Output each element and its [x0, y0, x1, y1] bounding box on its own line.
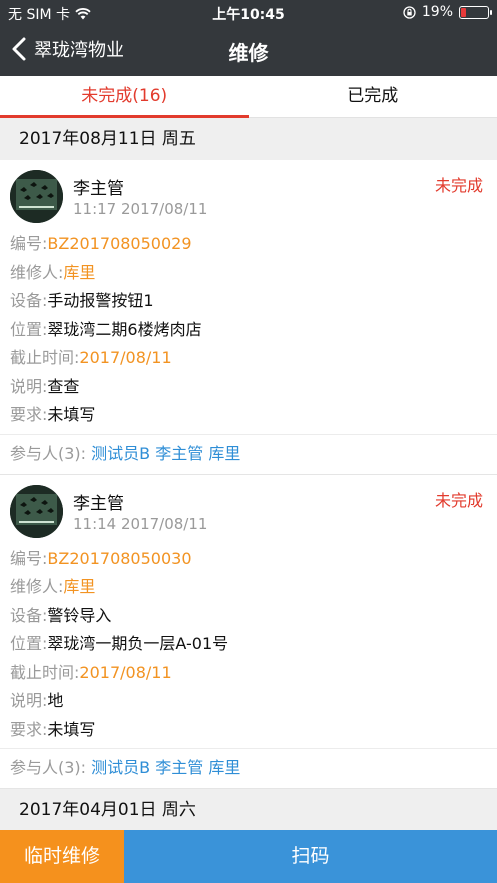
work-order-card[interactable]: 李主管 11:14 2017/08/11 未完成 编号:BZ2017080500…	[0, 474, 497, 789]
participant-link[interactable]: 库里	[208, 444, 240, 463]
field-label: 设备:	[10, 605, 48, 625]
participants-row: 参与人(3): 测试员B 李主管 库里	[0, 748, 497, 788]
status-badge: 未完成	[434, 176, 483, 195]
field-label: 编号:	[10, 234, 48, 253]
top-bar: 无 SIM 卡 上午10:45 19% 翠珑湾物业 维修	[0, 0, 497, 76]
creator-name: 李主管	[73, 493, 124, 514]
field-value: 2017/08/11	[79, 348, 172, 367]
avatar	[10, 170, 63, 223]
participants-label: 参与人(3):	[10, 758, 87, 777]
participants-label: 参与人(3):	[10, 443, 87, 463]
created-time: 11:14 2017/08/11	[73, 514, 208, 533]
field-id: 编号:BZ201708050030	[10, 545, 487, 574]
field-label: 编号:	[10, 548, 48, 568]
field-value: 库里	[63, 577, 96, 596]
field-location: 位置:翠珑湾一期负一层A-01号	[10, 630, 487, 659]
participants-row: 参与人(3): 测试员B 李主管 库里	[0, 433, 497, 474]
card-header: 李主管 11:14 2017/08/11 未完成	[0, 475, 497, 538]
field-id: 编号:BZ201708050029	[10, 230, 487, 259]
field-value: 地	[47, 691, 64, 710]
field-value: 手动报警按钮1	[47, 291, 154, 310]
participant-link[interactable]: 测试员B	[91, 444, 150, 463]
tab-completed[interactable]: 已完成	[249, 76, 497, 117]
created-time: 11:17 2017/08/11	[73, 200, 208, 218]
work-order-list[interactable]: 2017年08月11日 周五 李主管 11:17 2017/08/11 未完成 …	[0, 118, 497, 830]
field-value: 未填写	[47, 405, 96, 424]
status-right: 19%	[403, 4, 492, 20]
battery-percent: 19%	[421, 4, 453, 20]
tab-incomplete[interactable]: 未完成(16)	[0, 76, 249, 118]
scan-button[interactable]: 扫码	[124, 830, 497, 883]
field-value: 查查	[47, 376, 80, 396]
field-value: BZ201708050029	[47, 234, 192, 253]
creator-name: 李主管	[73, 179, 124, 199]
bottom-action-bar: 临时维修 扫码	[0, 830, 497, 883]
field-label: 要求:	[10, 719, 48, 739]
battery-icon	[459, 5, 492, 19]
field-value: 翠珑湾二期6楼烤肉店	[47, 319, 202, 339]
field-label: 说明:	[10, 691, 48, 710]
field-value: BZ201708050030	[47, 548, 192, 568]
date-header: 2017年04月01日 周六	[0, 789, 497, 830]
temporary-repair-button[interactable]: 临时维修	[0, 830, 124, 883]
participant-link[interactable]: 测试员B	[91, 758, 150, 777]
avatar-image	[10, 484, 63, 538]
field-value: 库里	[63, 262, 96, 282]
participant-link[interactable]: 库里	[208, 758, 240, 777]
field-deadline: 截止时间:2017/08/11	[10, 344, 487, 373]
date-header: 2017年08月11日 周五	[0, 118, 497, 160]
field-device: 设备:手动报警按钮1	[10, 287, 487, 316]
rotation-lock-icon	[403, 5, 416, 19]
field-device: 设备:警铃导入	[10, 602, 487, 631]
field-label: 说明:	[10, 376, 48, 396]
field-repairer: 维修人:库里	[10, 259, 487, 288]
avatar	[10, 484, 63, 538]
field-value: 翠珑湾一期负一层A-01号	[47, 634, 229, 653]
participant-link[interactable]: 李主管	[155, 444, 203, 463]
field-value: 2017/08/11	[79, 662, 172, 682]
avatar-image	[10, 170, 63, 223]
status-badge: 未完成	[434, 490, 483, 510]
field-label: 要求:	[10, 405, 48, 424]
field-label: 维修人:	[10, 577, 64, 596]
status-bar: 无 SIM 卡 上午10:45 19%	[0, 0, 497, 26]
field-requirement: 要求:未填写	[10, 716, 487, 745]
card-header: 李主管 11:17 2017/08/11 未完成	[0, 160, 497, 223]
field-label: 位置:	[10, 319, 48, 339]
field-repairer: 维修人:库里	[10, 573, 487, 602]
field-deadline: 截止时间:2017/08/11	[10, 659, 487, 688]
tab-bar: 未完成(16) 已完成	[0, 76, 497, 118]
field-value: 警铃导入	[47, 605, 112, 625]
participant-link[interactable]: 李主管	[155, 758, 203, 777]
card-fields: 编号:BZ201708050030 维修人:库里 设备:警铃导入 位置:翠珑湾一…	[0, 537, 497, 749]
field-label: 截止时间:	[10, 662, 80, 682]
field-value: 未填写	[47, 719, 96, 739]
field-label: 维修人:	[10, 262, 64, 282]
card-fields: 编号:BZ201708050029 维修人:库里 设备:手动报警按钮1 位置:翠…	[0, 222, 497, 434]
work-order-card[interactable]: 李主管 11:17 2017/08/11 未完成 编号:BZ2017080500…	[0, 160, 497, 475]
field-description: 说明:地	[10, 687, 487, 716]
field-location: 位置:翠珑湾二期6楼烤肉店	[10, 316, 487, 345]
field-label: 截止时间:	[10, 348, 80, 367]
field-label: 位置:	[10, 634, 48, 653]
field-description: 说明:查查	[10, 373, 487, 402]
page-title: 维修	[228, 41, 269, 65]
field-label: 设备:	[10, 291, 48, 310]
nav-bar: 翠珑湾物业 维修	[0, 26, 497, 76]
field-requirement: 要求:未填写	[10, 401, 487, 430]
